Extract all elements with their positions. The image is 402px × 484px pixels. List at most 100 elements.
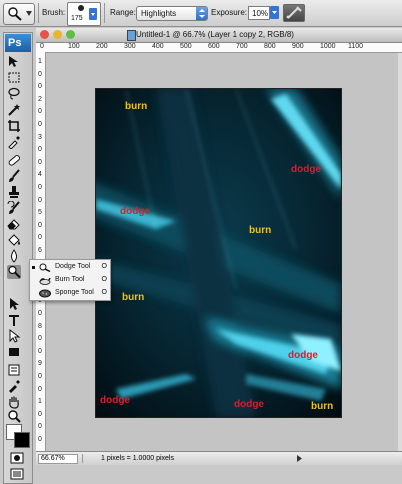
- ruler-number: 0: [38, 436, 42, 443]
- type-tool-icon[interactable]: [7, 313, 21, 327]
- screen-mode-icon[interactable]: [10, 467, 24, 481]
- ruler-number: 8: [38, 322, 42, 330]
- zoom-level-field[interactable]: 66.67%: [38, 454, 78, 464]
- burn-label: burn: [311, 401, 334, 412]
- move-tool-icon[interactable]: [7, 55, 21, 69]
- ruler-number: 600: [208, 43, 220, 50]
- photoshop-logo: Ps: [5, 34, 31, 52]
- toolbox: Ps: [3, 32, 33, 484]
- status-bar: 66.67% 1 pixels = 1.0000 pixels: [36, 451, 402, 465]
- ruler-number: 0: [38, 146, 42, 154]
- image-canvas[interactable]: burn dodge dodge burn burn dodge dodge d…: [95, 88, 342, 418]
- zoom-window-icon[interactable]: [66, 30, 75, 39]
- magic-wand-tool-icon[interactable]: [7, 103, 21, 117]
- airbrush-toggle[interactable]: [283, 4, 305, 22]
- flyout-item-label: Dodge Tool: [55, 263, 91, 270]
- eraser-tool-icon[interactable]: [7, 217, 21, 231]
- dodge-tool-icon[interactable]: [7, 265, 21, 279]
- airbrush-icon: [286, 6, 302, 19]
- direct-selection-tool-icon[interactable]: [7, 329, 21, 343]
- ruler-number: 0: [38, 221, 42, 229]
- ruler-number: 4: [38, 171, 42, 179]
- ruler-top: 0 100 200 300 400 500 600 700 800 900 1000 1100: [36, 43, 402, 53]
- ruler-number: 0: [38, 184, 42, 191]
- healing-brush-tool-icon[interactable]: [7, 153, 21, 167]
- exposure-value: 10%: [252, 9, 269, 18]
- eyedropper-sample-icon[interactable]: [7, 379, 21, 393]
- ruler-number: 9: [38, 360, 42, 368]
- document-title: Untitled-1 @ 66.7% (Layer 1 copy 2, RGB/…: [136, 30, 294, 39]
- path-selection-tool-icon[interactable]: [7, 297, 21, 311]
- ruler-number: 0: [38, 373, 42, 380]
- ruler-number: 0: [38, 121, 42, 128]
- dodge-icon: [39, 263, 51, 272]
- select-arrows-icon: [196, 7, 207, 20]
- brush-size: 175: [71, 15, 83, 22]
- history-brush-tool-icon[interactable]: [7, 201, 21, 215]
- exposure-input[interactable]: 10%: [248, 6, 270, 20]
- ruler-number: 0: [38, 423, 42, 431]
- zoom-tool-icon[interactable]: [7, 409, 21, 423]
- ruler-number: 900: [292, 43, 304, 50]
- ruler-number: 3: [38, 133, 42, 141]
- ruler-number: 0: [38, 234, 42, 242]
- ruler-number: 400: [152, 43, 164, 50]
- burn-label: burn: [125, 101, 148, 112]
- ruler-number: 700: [236, 43, 248, 50]
- dodge-tool-flyout-menu: Dodge Tool O Burn Tool O Sponge Tool O: [29, 259, 111, 301]
- ruler-number: 1000: [320, 43, 336, 50]
- crop-tool-icon[interactable]: [7, 119, 21, 133]
- brush-dropdown-arrow-icon[interactable]: [89, 8, 97, 20]
- clone-stamp-tool-icon[interactable]: [7, 185, 21, 199]
- ruler-number: 0: [38, 385, 42, 393]
- notes-tool-icon[interactable]: [7, 363, 21, 377]
- ruler-left: 1002003004005006007008009001000: [36, 52, 46, 451]
- ruler-number: 6: [38, 247, 42, 254]
- ruler-number: 0: [38, 70, 42, 78]
- minimize-window-icon[interactable]: [53, 30, 62, 39]
- marquee-tool-icon[interactable]: [7, 71, 21, 85]
- blur-tool-icon[interactable]: [7, 249, 21, 263]
- shape-tool-icon[interactable]: [7, 345, 21, 359]
- close-window-icon[interactable]: [40, 30, 49, 39]
- burn-icon: [39, 277, 51, 285]
- hand-tool-icon[interactable]: [7, 395, 21, 409]
- document-info[interactable]: 1 pixels = 1.0000 pixels: [82, 454, 301, 463]
- flyout-item-shortcut: O: [101, 263, 107, 270]
- ruler-number: 200: [96, 43, 108, 50]
- ruler-number: 0: [38, 108, 42, 116]
- ruler-number: 0: [38, 310, 42, 317]
- burn-label: burn: [122, 292, 145, 303]
- eyedropper-tool-icon[interactable]: [7, 135, 21, 149]
- range-label: Range:: [110, 8, 136, 17]
- flyout-item-shortcut: O: [101, 276, 107, 283]
- flyout-item-label: Burn Tool: [55, 276, 85, 283]
- dodge-label: dodge: [291, 164, 321, 175]
- brush-label: Brush:: [42, 8, 66, 17]
- flyout-item-dodge-tool[interactable]: Dodge Tool O: [30, 261, 110, 274]
- dodge-tool-icon: [8, 7, 22, 21]
- exposure-slider-arrow-icon[interactable]: [270, 6, 279, 19]
- tool-preset-picker[interactable]: [3, 3, 35, 25]
- ruler-number: 100: [68, 43, 80, 50]
- quick-mask-icon[interactable]: [10, 451, 24, 465]
- separator: [104, 3, 105, 23]
- brush-tool-icon[interactable]: [7, 169, 21, 183]
- document-titlebar[interactable]: Untitled-1 @ 66.7% (Layer 1 copy 2, RGB/…: [36, 28, 402, 43]
- flyout-item-burn-tool[interactable]: Burn Tool O: [30, 274, 110, 287]
- ruler-number: 500: [180, 43, 192, 50]
- lasso-tool-icon[interactable]: [7, 87, 21, 101]
- brush-tip-icon: [78, 5, 84, 11]
- range-value: Highlights: [141, 9, 177, 18]
- ruler-number: 0: [38, 410, 42, 418]
- vertical-scrollbar[interactable]: [398, 53, 402, 451]
- background-color-swatch[interactable]: [14, 432, 30, 448]
- ruler-number: 0: [38, 335, 42, 343]
- dodge-label: dodge: [100, 395, 130, 406]
- range-select[interactable]: Highlights: [136, 6, 208, 21]
- dodge-label: dodge: [288, 350, 318, 361]
- paint-bucket-tool-icon[interactable]: [7, 233, 21, 247]
- dodge-label: dodge: [234, 399, 264, 410]
- flyout-item-sponge-tool[interactable]: Sponge Tool O: [30, 287, 110, 300]
- info-menu-arrow-icon[interactable]: [296, 455, 303, 462]
